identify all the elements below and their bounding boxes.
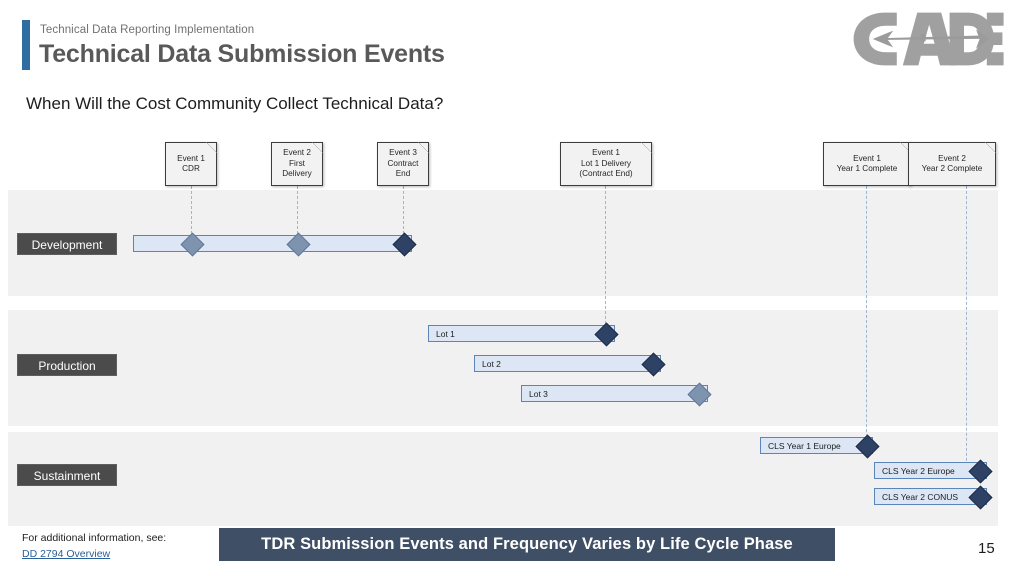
footer-note: For additional information, see: — [22, 532, 167, 544]
milestone-box-1[interactable]: Event 1 CDR — [165, 142, 217, 186]
gantt-bar-label: CLS Year 2 CONUS — [882, 492, 959, 502]
phase-label-development: Development — [17, 233, 117, 255]
dd-2794-overview-link[interactable]: DD 2794 Overview — [22, 548, 110, 560]
cade-logo — [850, 8, 1006, 70]
phase-label-sustainment: Sustainment — [17, 464, 117, 486]
folded-corner-icon — [641, 142, 652, 153]
gantt-bar-lot-3[interactable]: Lot 3 — [521, 385, 708, 402]
milestone-line2: Year 2 Complete — [921, 164, 983, 173]
milestone-box-2[interactable]: Event 2 First Delivery — [271, 142, 323, 186]
milestone-line1: Event 3 — [389, 148, 417, 158]
connector-line-m5 — [866, 186, 867, 447]
header-eyebrow: Technical Data Reporting Implementation — [40, 24, 255, 36]
connector-line-m6 — [966, 186, 967, 471]
gantt-bar-development[interactable] — [133, 235, 412, 252]
gantt-bar-label: Lot 2 — [482, 359, 501, 369]
gantt-bar-label: CLS Year 2 Europe — [882, 466, 955, 476]
milestone-line3: (Contract End) — [579, 169, 633, 179]
milestone-line1: Event 1 — [177, 153, 205, 163]
footer-banner: TDR Submission Events and Frequency Vari… — [219, 528, 835, 561]
slide-subtitle: When Will the Cost Community Collect Tec… — [26, 94, 444, 113]
header-accent-bar — [22, 20, 30, 70]
milestone-line3: End — [395, 169, 411, 179]
milestone-box-6[interactable]: Event 2 Year 2 Complete — [908, 142, 996, 186]
milestone-line3: Delivery — [282, 169, 312, 179]
phase-label-production: Production — [17, 354, 117, 376]
page-number: 15 — [978, 540, 995, 557]
milestone-box-4[interactable]: Event 1 Lot 1 Delivery (Contract End) — [560, 142, 652, 186]
folded-corner-icon — [418, 142, 429, 153]
milestone-line2: Contract — [387, 158, 419, 168]
milestone-line1: Event 2 — [938, 153, 966, 163]
gantt-bar-label: CLS Year 1 Europe — [768, 441, 841, 451]
folded-corner-icon — [312, 142, 323, 153]
folded-corner-icon — [985, 142, 996, 153]
milestone-box-5[interactable]: Event 1 Year 1 Complete — [823, 142, 911, 186]
gantt-bar-label: Lot 3 — [529, 389, 548, 399]
slide: Technical Data Reporting Implementation … — [0, 0, 1024, 576]
milestone-line1: Event 1 — [592, 148, 620, 158]
milestone-line2: Year 1 Complete — [836, 164, 898, 173]
gantt-bar-lot-2[interactable]: Lot 2 — [474, 355, 661, 372]
milestone-line1: Event 2 — [283, 148, 311, 158]
milestone-line2: CDR — [182, 164, 200, 173]
milestone-line2: Lot 1 Delivery — [580, 158, 632, 168]
connector-line-m4 — [605, 186, 606, 334]
milestone-line1: Event 1 — [853, 153, 881, 163]
gantt-bar-label: Lot 1 — [436, 329, 455, 339]
gantt-bar-lot-1[interactable]: Lot 1 — [428, 325, 615, 342]
milestone-line2: First — [289, 158, 305, 168]
folded-corner-icon — [206, 142, 217, 153]
milestone-box-3[interactable]: Event 3 Contract End — [377, 142, 429, 186]
page-title: Technical Data Submission Events — [39, 40, 445, 68]
